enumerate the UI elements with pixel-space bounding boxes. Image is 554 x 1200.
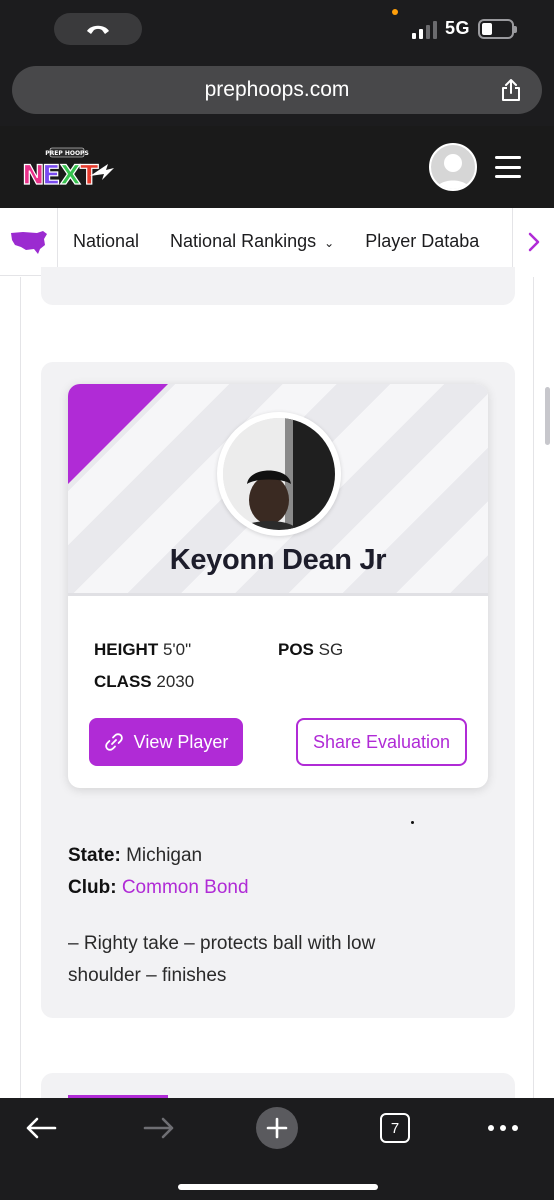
privacy-indicator-dot — [392, 9, 398, 15]
nav-item-national-rankings[interactable]: National Rankings ⌄ — [155, 231, 334, 252]
nav-items: National National Rankings ⌄ Player Datab… — [58, 208, 512, 276]
share-evaluation-button[interactable]: Share Evaluation — [296, 718, 467, 766]
hamburger-line — [495, 165, 521, 169]
stat-class: CLASS 2030 — [94, 672, 194, 692]
tab-count: 7 — [380, 1113, 410, 1143]
home-indicator[interactable] — [178, 1184, 378, 1190]
player-photo-frame — [217, 412, 341, 536]
stat-value: 5'0" — [162, 640, 192, 659]
back-button[interactable] — [24, 1110, 58, 1146]
battery-icon — [478, 18, 517, 39]
stat-label: HEIGHT — [94, 640, 159, 659]
stat-value: 2030 — [156, 672, 195, 691]
network-type: 5G — [444, 18, 470, 38]
chevron-down-icon: ⌄ — [324, 236, 335, 250]
usa-map-icon[interactable] — [0, 207, 58, 276]
club-row: Club: Common Bond — [68, 872, 249, 904]
prep-hoops-next-logo[interactable]: PREP HOOPS N E X T — [20, 146, 116, 192]
stat-value: SG — [318, 640, 344, 659]
svg-text:E: E — [42, 160, 60, 191]
nav-scroll-right-button[interactable] — [512, 208, 554, 276]
view-player-label: View Player — [133, 731, 229, 752]
previous-evaluation-card — [41, 267, 515, 305]
phone-icon — [87, 25, 109, 34]
stat-label: CLASS — [94, 672, 152, 691]
evaluation-text: – Righty take – protects ball with low s… — [68, 933, 376, 986]
usa-map-graphic — [10, 230, 47, 254]
player-card-header: Keyonn Dean Jr — [68, 384, 488, 596]
svg-text:PREP HOOPS: PREP HOOPS — [45, 150, 89, 157]
state-row: State: Michigan — [68, 840, 249, 872]
nav-item-national[interactable]: National — [58, 231, 139, 252]
hamburger-line — [495, 156, 521, 159]
share-icon[interactable] — [498, 77, 524, 103]
menu-button[interactable] — [495, 156, 521, 178]
state-label: State: — [68, 845, 121, 866]
stat-position: POS SG — [278, 640, 343, 660]
tabs-button[interactable]: 7 — [380, 1110, 410, 1146]
status-icons: 5G — [411, 18, 517, 39]
active-call-indicator[interactable] — [54, 13, 142, 45]
hamburger-line — [495, 175, 521, 178]
stat-label: POS — [278, 640, 314, 659]
view-player-button[interactable]: View Player — [89, 718, 243, 766]
status-bar: 5G — [0, 0, 554, 64]
main-nav: National National Rankings ⌄ Player Datab… — [0, 207, 554, 276]
player-card: Keyonn Dean Jr HEIGHT 5'0" POS SG CLASS … — [68, 384, 488, 788]
user-avatar[interactable] — [429, 143, 477, 191]
url-text: prephoops.com — [204, 78, 350, 101]
page-scrollbar[interactable] — [545, 387, 550, 445]
player-name: Keyonn Dean Jr — [169, 544, 387, 576]
stat-height: HEIGHT 5'0" — [94, 640, 191, 660]
player-info: State: Michigan Club: Common Bond — [68, 840, 249, 904]
forward-button[interactable] — [142, 1110, 176, 1146]
new-tab-button[interactable] — [256, 1107, 298, 1149]
plus-icon — [256, 1107, 298, 1149]
player-photo-image — [223, 418, 335, 530]
link-icon — [104, 733, 123, 751]
club-link[interactable]: Common Bond — [122, 877, 249, 898]
arrow-left-icon — [26, 1117, 57, 1139]
browser-toolbar: prephoops.com — [0, 64, 554, 126]
nav-item-player-database[interactable]: Player Databa — [350, 231, 479, 252]
player-photo[interactable] — [223, 418, 335, 530]
signal-icon — [411, 19, 437, 39]
chevron-right-icon — [528, 232, 539, 252]
state-value: Michigan — [126, 845, 203, 866]
more-options-button[interactable] — [486, 1110, 520, 1146]
club-label: Club: — [68, 877, 117, 898]
more-icon — [488, 1125, 518, 1131]
accent-corner — [68, 384, 168, 484]
arrow-right-icon — [143, 1117, 174, 1139]
decorative-dot — [411, 821, 414, 824]
page-content: Keyonn Dean Jr HEIGHT 5'0" POS SG CLASS … — [20, 267, 534, 1103]
address-bar[interactable]: prephoops.com — [12, 66, 542, 114]
share-evaluation-label: Share Evaluation — [312, 731, 451, 752]
nav-item-label: National Rankings — [170, 231, 317, 251]
site-header: PREP HOOPS N E X T — [0, 126, 554, 208]
evaluation-card: Keyonn Dean Jr HEIGHT 5'0" POS SG CLASS … — [41, 362, 515, 1018]
svg-text:T: T — [80, 160, 99, 191]
svg-text:X: X — [60, 160, 81, 191]
user-icon — [435, 154, 471, 189]
